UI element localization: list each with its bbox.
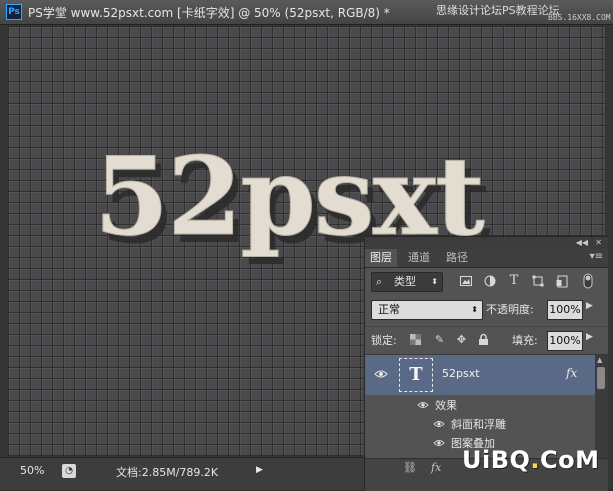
zoom-level[interactable]: 50% xyxy=(20,464,44,477)
smart-object-filter-icon[interactable] xyxy=(555,274,569,288)
document-info: 文档:2.85M/789.2K xyxy=(116,466,219,479)
chevron-updown-icon: ⬍ xyxy=(431,277,438,286)
image-filter-icon[interactable] xyxy=(459,274,473,288)
link-layers-icon[interactable]: ⛓ xyxy=(403,461,417,474)
chevron-right-icon[interactable]: ▶ xyxy=(586,332,593,342)
watermark-dot: . xyxy=(530,446,541,474)
tab-paths[interactable]: 路径 xyxy=(441,249,473,267)
scroll-thumb[interactable] xyxy=(597,367,605,389)
effect-bevel-emboss: 斜面和浮雕 xyxy=(451,418,506,431)
effects-label: 效果 xyxy=(435,399,457,412)
top-watermark: 思缘设计论坛PS教程论坛 xyxy=(436,2,560,18)
layers-scrollbar[interactable]: ▲ xyxy=(595,355,608,459)
close-icon[interactable]: ✕ xyxy=(595,237,602,249)
text-filter-icon[interactable]: T xyxy=(507,274,521,288)
chevron-right-icon[interactable]: ▶ xyxy=(586,301,593,311)
blend-row: 正常 ⬍ 不透明度: 100% ▶ xyxy=(365,298,608,322)
filter-row: ⌕ 类型 ⬍ T xyxy=(365,270,608,294)
effects-group[interactable]: 效果 xyxy=(365,396,595,415)
watermark-site: BBS.16XX8.COM xyxy=(548,13,611,22)
status-bar: 50% ◔ 文档:2.85M/789.2K ▶ xyxy=(0,457,364,490)
lock-all-icon[interactable] xyxy=(477,333,490,346)
visibility-eye-icon[interactable] xyxy=(433,438,445,448)
search-icon: ⌕ xyxy=(376,275,383,288)
lock-image-icon[interactable]: ✎ xyxy=(433,333,446,346)
lock-transparency-icon[interactable] xyxy=(409,333,422,346)
layer-row[interactable]: T 52psxt fx xyxy=(365,355,595,395)
opacity-label: 不透明度: xyxy=(486,303,534,316)
blend-mode-select[interactable]: 正常 ⬍ xyxy=(371,300,483,320)
panel-header-strip: ◀◀ ✕ xyxy=(365,237,608,249)
blend-mode-value: 正常 xyxy=(378,303,400,316)
filter-toggle-icon[interactable] xyxy=(583,273,597,289)
photoshop-app-icon: Ps xyxy=(6,4,22,20)
scroll-up-icon[interactable]: ▲ xyxy=(597,356,602,364)
collapse-panel-icon[interactable]: ◀◀ xyxy=(576,237,588,249)
chevron-right-icon[interactable]: ▶ xyxy=(256,465,263,475)
add-style-icon[interactable]: fx xyxy=(431,461,441,474)
tab-layers[interactable]: 图层 xyxy=(365,249,397,267)
opacity-field[interactable]: 100% xyxy=(547,300,583,320)
fx-icon[interactable]: fx xyxy=(566,366,577,380)
fill-field[interactable]: 100% xyxy=(547,331,583,351)
fill-label: 填充: xyxy=(512,334,538,347)
document-tab-title[interactable]: PS学堂 www.52psxt.com [卡纸字效] @ 50% (52psxt… xyxy=(28,4,390,21)
filter-kind-select[interactable]: ⌕ 类型 ⬍ xyxy=(371,272,443,292)
photoshop-window: Ps PS学堂 www.52psxt.com [卡纸字效] @ 50% (52p… xyxy=(0,0,613,491)
filter-kind-label: 类型 xyxy=(394,275,416,288)
tab-channels[interactable]: 通道 xyxy=(403,249,435,267)
layers-list: T 52psxt fx 效果 斜面和浮雕 图案叠加 ▲ xyxy=(365,354,608,459)
status-info-icon[interactable]: ◔ xyxy=(62,464,76,478)
lock-position-icon[interactable]: ✥ xyxy=(455,333,468,346)
lock-label: 锁定: xyxy=(371,334,397,347)
effect-item[interactable]: 斜面和浮雕 xyxy=(365,415,595,434)
visibility-eye-icon[interactable] xyxy=(433,419,445,429)
panel-menu-icon[interactable]: ▾≡ xyxy=(590,251,603,262)
bottom-watermark: UiBQ.CoM xyxy=(462,446,600,474)
layer-name[interactable]: 52psxt xyxy=(442,367,480,380)
chevron-updown-icon: ⬍ xyxy=(471,305,478,314)
title-bar: Ps PS学堂 www.52psxt.com [卡纸字效] @ 50% (52p… xyxy=(0,0,613,25)
adjustment-filter-icon[interactable] xyxy=(483,274,497,288)
text-layer-thumbnail: T xyxy=(399,358,433,392)
watermark-text: 思缘设计论坛 xyxy=(436,4,502,17)
watermark-part: CoM xyxy=(540,446,600,474)
lock-row: 锁定: ✎ ✥ 填充: 100% ▶ xyxy=(365,326,608,353)
panel-tabs: 图层 通道 路径 ▾≡ xyxy=(365,249,608,268)
visibility-eye-icon[interactable] xyxy=(417,400,429,410)
watermark-part: UiBQ xyxy=(462,446,531,474)
visibility-eye-icon[interactable] xyxy=(374,368,388,380)
shape-filter-icon[interactable] xyxy=(531,274,545,288)
